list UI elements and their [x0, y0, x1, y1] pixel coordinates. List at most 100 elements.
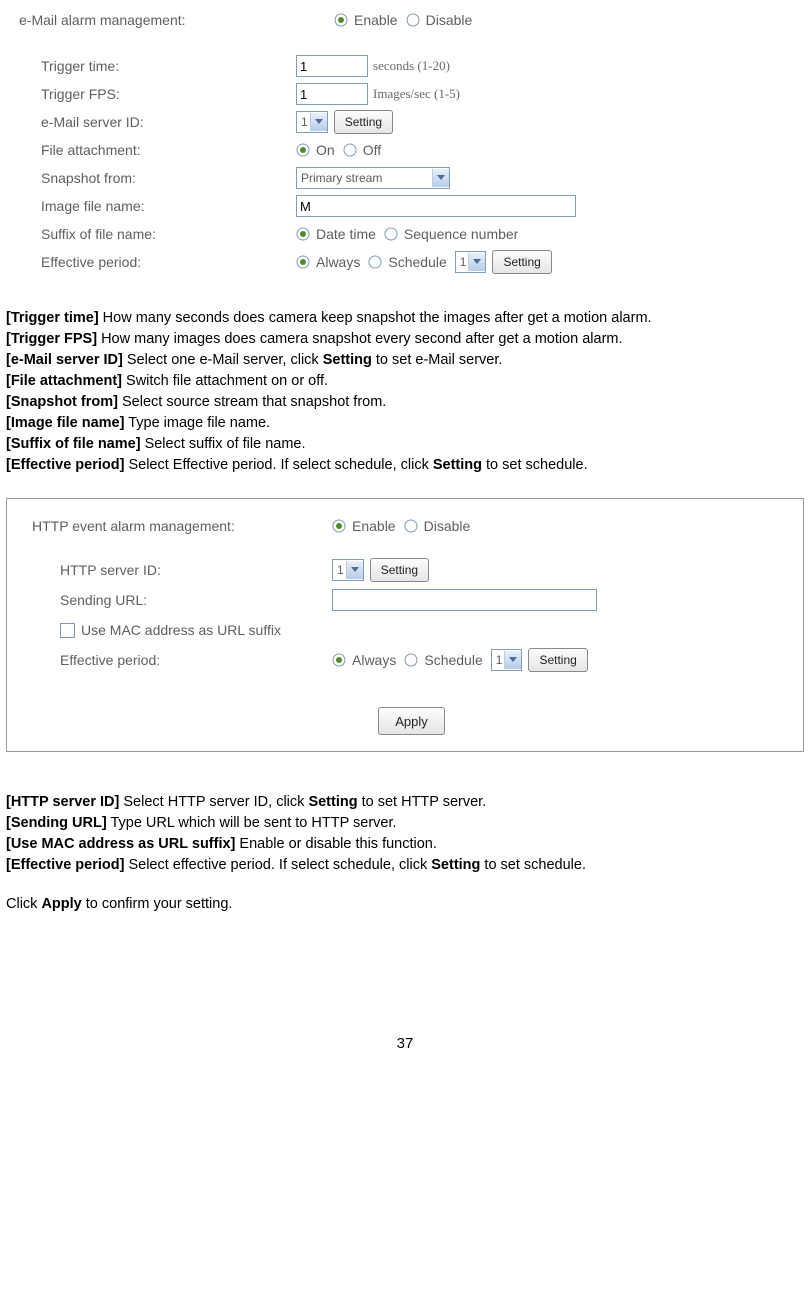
radio-selected-icon — [332, 519, 346, 533]
d-server-l: [e-Mail server ID] — [6, 352, 123, 368]
suffix-label: Suffix of file name: — [6, 226, 296, 242]
trigger-time-hint: seconds (1-20) — [373, 58, 450, 74]
schedule-label: Schedule — [424, 652, 482, 668]
effective-period-label: Effective period: — [6, 254, 296, 270]
snapshot-from-select[interactable]: Primary stream — [296, 167, 450, 189]
d-suf-l: [Suffix of file name] — [6, 436, 141, 452]
mac-suffix-label: Use MAC address as URL suffix — [81, 622, 281, 638]
file-off-radio[interactable]: Off — [343, 142, 381, 158]
d-name-l: [Image file name] — [6, 415, 124, 431]
select-value: 1 — [456, 255, 469, 269]
d-eff-t1: Select Effective period. If select sched… — [124, 457, 432, 473]
file-on-radio[interactable]: On — [296, 142, 335, 158]
http-always-radio[interactable]: Always — [332, 652, 396, 668]
enable-label: Enable — [352, 518, 396, 534]
http-effective-label: Effective period: — [32, 652, 332, 668]
radio-unselected-icon — [368, 255, 382, 269]
email-enable-radio[interactable]: Enable — [334, 12, 398, 28]
apply-button[interactable]: Apply — [378, 707, 445, 735]
d-trig-fps-t: How many images does camera snapshot eve… — [97, 331, 622, 347]
d-trig-fps-l: [Trigger FPS] — [6, 331, 97, 347]
d-snap-l: [Snapshot from] — [6, 394, 118, 410]
http-server-id-select[interactable]: 1 — [332, 559, 364, 581]
http-heading: HTTP event alarm management: — [32, 518, 332, 534]
effective-always-radio[interactable]: Always — [296, 254, 360, 270]
select-value: 1 — [333, 563, 346, 577]
chevron-down-icon — [346, 561, 363, 579]
disable-label: Disable — [426, 12, 473, 28]
always-label: Always — [352, 652, 396, 668]
http-alarm-panel: HTTP event alarm management: Enable Disa… — [6, 498, 804, 752]
trigger-fps-input[interactable] — [296, 83, 368, 105]
radio-unselected-icon — [384, 227, 398, 241]
email-alarm-panel: e-Mail alarm management: Enable Disable … — [6, 6, 804, 276]
d-server-b: Setting — [323, 352, 372, 368]
mac-suffix-checkbox[interactable] — [60, 623, 75, 638]
d-eff-b: Setting — [433, 457, 482, 473]
schedule-setting-button[interactable]: Setting — [492, 250, 551, 274]
disable-label: Disable — [424, 518, 471, 534]
email-disable-radio[interactable]: Disable — [406, 12, 473, 28]
trigger-fps-hint: Images/sec (1-5) — [373, 86, 460, 102]
d-snap-t: Select source stream that snapshot from. — [118, 394, 386, 410]
radio-selected-icon — [334, 13, 348, 27]
http-schedule-setting-button[interactable]: Setting — [528, 648, 587, 672]
sending-url-input[interactable] — [332, 589, 597, 611]
suffix-sequence-radio[interactable]: Sequence number — [384, 226, 518, 242]
sending-url-label: Sending URL: — [32, 592, 332, 608]
d-name-t: Type image file name. — [124, 415, 270, 431]
sequence-label: Sequence number — [404, 226, 518, 242]
always-label: Always — [316, 254, 360, 270]
d-file-l: [File attachment] — [6, 373, 122, 389]
schedule-id-select[interactable]: 1 — [455, 251, 487, 273]
d2-eff-t1: Select effective period. If select sched… — [124, 857, 431, 873]
select-value: 1 — [297, 115, 310, 129]
d-eff-t2: to set schedule. — [482, 457, 588, 473]
d2-apply-b: Apply — [41, 896, 81, 912]
radio-unselected-icon — [343, 143, 357, 157]
trigger-time-label: Trigger time: — [6, 58, 296, 74]
radio-selected-icon — [332, 653, 346, 667]
d2-mac-t: Enable or disable this function. — [235, 836, 437, 852]
email-server-setting-button[interactable]: Setting — [334, 110, 393, 134]
http-schedule-radio[interactable]: Schedule — [404, 652, 482, 668]
d2-eff-l: [Effective period] — [6, 857, 124, 873]
chevron-down-icon — [468, 253, 485, 271]
suffix-datetime-radio[interactable]: Date time — [296, 226, 376, 242]
radio-selected-icon — [296, 255, 310, 269]
radio-selected-icon — [296, 143, 310, 157]
d-eff-l: [Effective period] — [6, 457, 124, 473]
d2-srv-l: [HTTP server ID] — [6, 794, 119, 810]
off-label: Off — [363, 142, 381, 158]
email-heading: e-Mail alarm management: — [6, 12, 334, 28]
enable-label: Enable — [354, 12, 398, 28]
image-filename-label: Image file name: — [6, 198, 296, 214]
d2-apply-t2: to confirm your setting. — [82, 896, 233, 912]
email-server-id-select[interactable]: 1 — [296, 111, 328, 133]
radio-unselected-icon — [406, 13, 420, 27]
email-server-id-label: e-Mail server ID: — [6, 114, 296, 130]
image-filename-input[interactable] — [296, 195, 576, 217]
http-server-setting-button[interactable]: Setting — [370, 558, 429, 582]
radio-unselected-icon — [404, 653, 418, 667]
http-enable-radio[interactable]: Enable — [332, 518, 396, 534]
chevron-down-icon — [432, 169, 449, 187]
d2-mac-l: [Use MAC address as URL suffix] — [6, 836, 235, 852]
http-disable-radio[interactable]: Disable — [404, 518, 471, 534]
select-value: 1 — [492, 653, 505, 667]
on-label: On — [316, 142, 335, 158]
snapshot-from-label: Snapshot from: — [6, 170, 296, 186]
d-suf-t: Select suffix of file name. — [141, 436, 306, 452]
d-server-t2: to set e-Mail server. — [372, 352, 503, 368]
http-schedule-select[interactable]: 1 — [491, 649, 523, 671]
d2-eff-t2: to set schedule. — [480, 857, 586, 873]
effective-schedule-radio[interactable]: Schedule — [368, 254, 446, 270]
d-server-t1: Select one e-Mail server, click — [123, 352, 323, 368]
chevron-down-icon — [310, 113, 327, 131]
radio-selected-icon — [296, 227, 310, 241]
radio-unselected-icon — [404, 519, 418, 533]
file-attachment-label: File attachment: — [6, 142, 296, 158]
trigger-time-input[interactable] — [296, 55, 368, 77]
http-description-block: [HTTP server ID] Select HTTP server ID, … — [6, 792, 804, 915]
d-trig-time-t: How many seconds does camera keep snapsh… — [99, 310, 652, 326]
